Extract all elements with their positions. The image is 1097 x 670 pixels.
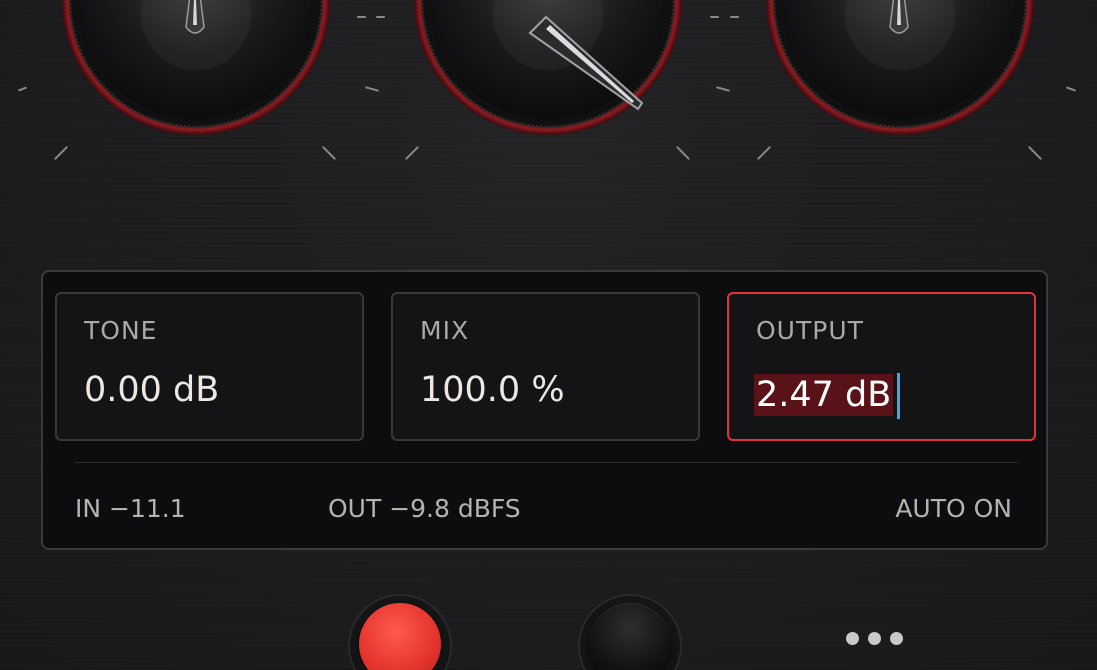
record-button-housing [348, 594, 452, 670]
secondary-button[interactable] [589, 603, 671, 670]
scale-tick [404, 145, 420, 161]
scale-tick [357, 16, 366, 18]
scale-tick [756, 145, 772, 161]
dot [889, 631, 903, 645]
output-field[interactable]: OUTPUT 2.47 dB [727, 292, 1036, 441]
scale-tick [321, 145, 337, 161]
scale-tick [715, 86, 731, 92]
tone-field[interactable]: TONE 0.00 dB [55, 292, 364, 441]
dot [845, 631, 859, 645]
text-caret [897, 373, 900, 419]
scale-tick [730, 16, 739, 18]
scale-tick [1027, 145, 1043, 161]
parameter-panel: TONE 0.00 dB MIX 100.0 % OUTPUT 2.47 dB … [41, 270, 1048, 550]
auto-status[interactable]: AUTO ON [895, 494, 1012, 523]
output-knob[interactable] [764, 0, 1036, 137]
knob-pointer [180, 0, 210, 41]
output-level-readout: OUT −9.8 dBFS [328, 494, 521, 523]
secondary-button-housing [578, 594, 682, 670]
scale-tick [710, 16, 719, 18]
output-value-input[interactable]: 2.47 dB [754, 374, 894, 416]
output-label: OUTPUT [756, 316, 864, 345]
scale-tick [1065, 86, 1077, 92]
scale-tick [53, 145, 69, 161]
dot [867, 631, 881, 645]
record-button[interactable] [359, 603, 441, 670]
input-level-readout: IN −11.1 [75, 494, 186, 523]
knob-pointer [884, 0, 914, 41]
mix-value[interactable]: 100.0 % [420, 370, 565, 410]
tone-knob[interactable] [60, 0, 332, 137]
tone-label: TONE [84, 316, 158, 345]
scale-tick [376, 16, 385, 18]
mix-knob[interactable] [412, 0, 684, 137]
scale-tick [17, 86, 28, 92]
divider [75, 462, 1018, 463]
mix-label: MIX [420, 316, 470, 345]
knob-pointer [524, 15, 654, 125]
scale-tick [675, 145, 691, 161]
mix-field[interactable]: MIX 100.0 % [391, 292, 700, 441]
tone-value[interactable]: 0.00 dB [84, 370, 219, 410]
scale-tick [364, 86, 380, 92]
more-horizontal-icon[interactable] [838, 622, 910, 654]
